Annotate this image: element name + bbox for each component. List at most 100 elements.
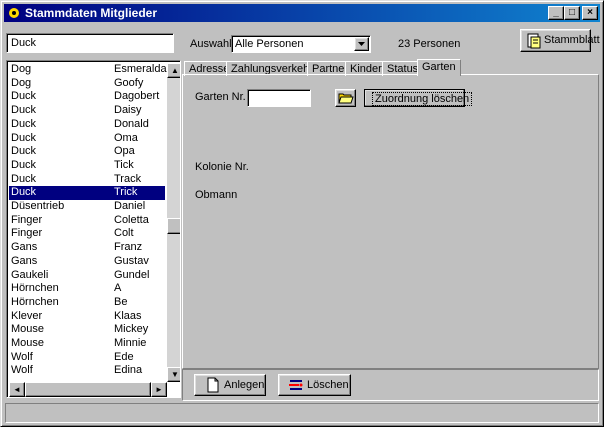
list-item[interactable]: Gans Franz	[9, 241, 165, 255]
main-window: Stammdaten Mitglieder _ □ × Auswahl Alle…	[0, 0, 604, 427]
list-item[interactable]: Gaukeli Gundel	[9, 269, 165, 283]
anlegen-label: Anlegen	[224, 379, 265, 391]
action-bar: Anlegen Löschen	[182, 369, 599, 401]
member-last-name: Wolf	[11, 364, 33, 377]
list-item[interactable]: Hörnchen A	[9, 282, 165, 296]
member-first-name: Daniel	[114, 200, 146, 212]
anlegen-button[interactable]: Anlegen	[194, 374, 266, 396]
window-title: Stammdaten Mitglieder	[25, 6, 158, 20]
list-item[interactable]: Duck Opa	[9, 145, 165, 159]
member-first-name: A	[114, 282, 122, 295]
list-item[interactable]: Hörnchen Be	[9, 296, 165, 310]
member-first-name: Oma	[114, 131, 138, 144]
member-last-name: Duck	[11, 158, 37, 171]
list-item[interactable]: Dog Esmeralda	[9, 63, 167, 77]
list-item[interactable]: Wolf Ede	[9, 351, 165, 365]
list-item[interactable]: Finger Coletta	[9, 214, 165, 228]
member-last-name: Duck	[11, 172, 37, 185]
member-first-name: Gustav	[114, 254, 149, 267]
list-item[interactable]: Duck Trick	[9, 186, 165, 200]
zuordnung-loeschen-button[interactable]: Zuordnung löschen	[364, 89, 473, 107]
horizontal-scroll-thumb[interactable]	[25, 382, 151, 397]
member-first-name: Be	[114, 295, 128, 308]
list-item[interactable]: Gans Gustav	[9, 255, 165, 269]
member-first-name: Esmeralda	[114, 63, 167, 75]
member-first-name: Colt	[114, 227, 134, 240]
list-item[interactable]: Duck Track	[9, 173, 165, 187]
horizontal-scrollbar[interactable]: ◄ ►	[9, 382, 167, 397]
member-first-name: Track	[114, 172, 142, 185]
member-first-name: Goofy	[114, 76, 144, 89]
scroll-down-button[interactable]: ▼	[167, 367, 180, 382]
list-item[interactable]: Duck Donald	[9, 118, 165, 132]
garten-nr-input[interactable]	[247, 89, 311, 107]
member-last-name: Mouse	[11, 323, 45, 336]
member-first-name: Dagobert	[114, 90, 160, 103]
auswahl-selected-value: Alle Personen	[235, 38, 304, 50]
list-item[interactable]: Duck Tick	[9, 159, 165, 173]
member-first-name: Mickey	[114, 323, 149, 336]
member-list[interactable]: Dog Esmeralda Dog Goofy Duck Dagobert Duck Dais…	[6, 60, 181, 398]
member-first-name: Tick	[114, 158, 134, 171]
list-item[interactable]: Wolf Edina	[9, 364, 165, 378]
garten-tab-panel: Garten Nr. Zuordnung löschen Kolonie Nr.…	[182, 74, 599, 369]
stammblatt-button[interactable]: Stammblatt	[520, 29, 600, 52]
member-first-name: Donald	[114, 117, 149, 130]
obmann-label: Obmann	[195, 189, 238, 201]
search-input[interactable]	[6, 33, 174, 53]
member-last-name: Dog	[11, 63, 32, 75]
member-last-name: Hörnchen	[11, 282, 59, 295]
close-button[interactable]: ×	[582, 6, 598, 20]
delete-icon	[289, 380, 303, 390]
vertical-scroll-thumb[interactable]	[167, 218, 180, 234]
dropdown-button[interactable]	[354, 37, 369, 51]
member-first-name: Trick	[114, 186, 138, 199]
member-first-name: Gundel	[114, 268, 150, 281]
member-first-name: Opa	[114, 145, 135, 158]
loeschen-button[interactable]: Löschen	[278, 374, 351, 396]
list-item[interactable]: Duck Dagobert	[9, 90, 165, 104]
scroll-up-button[interactable]: ▲	[167, 63, 180, 78]
vertical-scrollbar[interactable]: ▲ ▼	[167, 63, 180, 382]
member-first-name: Minnie	[114, 337, 147, 349]
list-item[interactable]: Düsentrieb Daniel	[9, 200, 165, 214]
member-first-name: Ede	[114, 350, 134, 363]
zuordnung-loeschen-label: Zuordnung löschen	[372, 92, 473, 106]
new-document-icon	[207, 377, 219, 393]
list-item[interactable]: Duck Oma	[9, 132, 165, 146]
member-last-name: Wolf	[11, 350, 33, 363]
garten-nr-label: Garten Nr.	[195, 91, 246, 103]
document-icon	[527, 33, 541, 49]
member-first-name: Daisy	[114, 104, 142, 117]
member-last-name: Duck	[11, 131, 37, 144]
member-first-name: Coletta	[114, 213, 149, 226]
list-item[interactable]: Dog Goofy	[9, 77, 165, 91]
tab-garten[interactable]: Garten	[417, 59, 461, 76]
scroll-right-button[interactable]: ►	[151, 382, 167, 397]
member-first-name: Franz	[114, 241, 143, 254]
member-last-name: Dog	[11, 76, 32, 89]
member-last-name: Duck	[11, 145, 37, 158]
member-last-name: Finger	[11, 227, 43, 240]
member-last-name: Mouse	[11, 337, 45, 349]
chevron-down-icon	[358, 42, 365, 46]
minimize-button[interactable]: _	[548, 6, 564, 20]
stammblatt-label: Stammblatt	[544, 34, 600, 46]
member-last-name: Duck	[11, 90, 37, 103]
maximize-button[interactable]: □	[564, 6, 580, 20]
status-bar	[5, 403, 599, 423]
open-garten-button[interactable]	[335, 89, 356, 107]
auswahl-label: Auswahl	[190, 38, 232, 50]
scroll-left-button[interactable]: ◄	[9, 382, 25, 397]
title-bar[interactable]: Stammdaten Mitglieder _ □ ×	[4, 4, 600, 22]
app-icon	[7, 6, 21, 20]
list-item[interactable]: Mouse Mickey	[9, 323, 165, 337]
list-item[interactable]: Mouse Minnie	[9, 337, 165, 351]
list-item[interactable]: Finger Colt	[9, 227, 165, 241]
auswahl-select[interactable]: Alle Personen	[231, 35, 371, 53]
member-last-name: Duck	[11, 104, 37, 117]
member-first-name: Edina	[114, 364, 143, 377]
member-last-name: Duck	[11, 117, 37, 130]
list-item[interactable]: Klever Klaas	[9, 310, 165, 324]
list-item[interactable]: Duck Daisy	[9, 104, 165, 118]
